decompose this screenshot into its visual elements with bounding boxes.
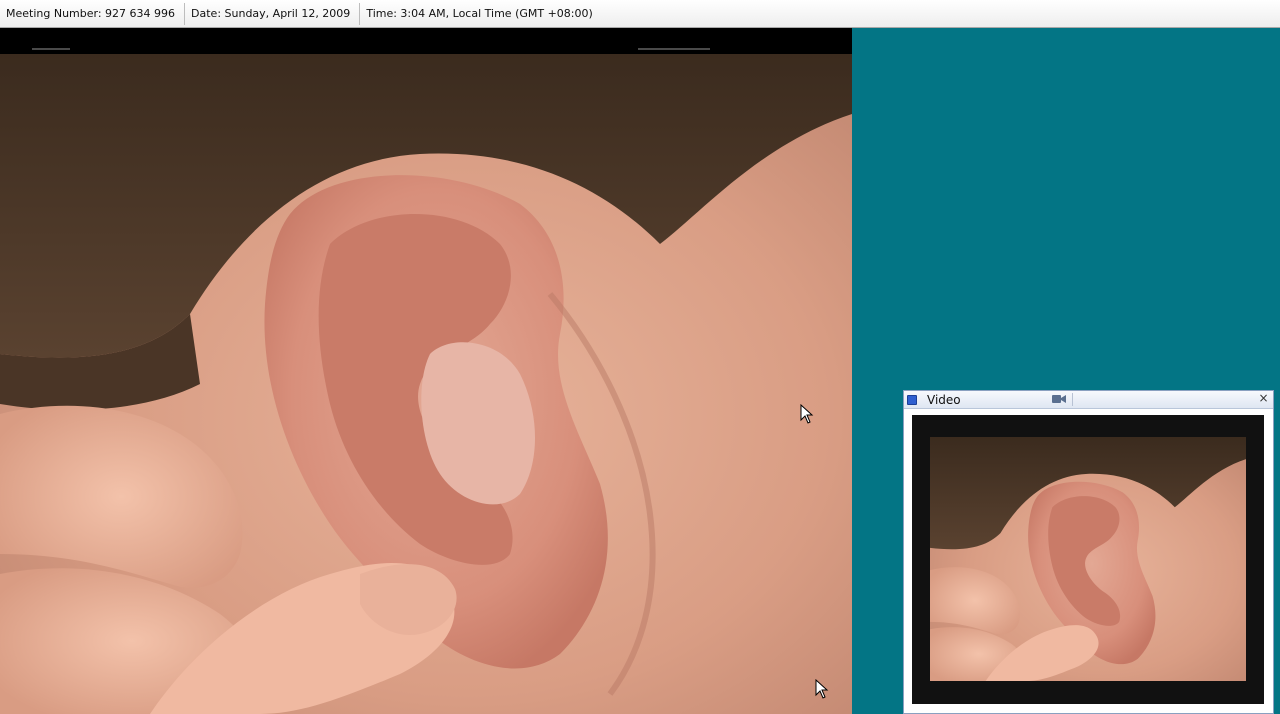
video-thumbnail-frame[interactable] <box>912 415 1264 704</box>
meeting-time: Time: 3:04 AM, Local Time (GMT +08:00) <box>366 6 593 20</box>
camera-icon[interactable] <box>1052 394 1066 404</box>
panel-grip-icon <box>907 394 917 405</box>
divider <box>638 48 710 50</box>
shared-video-area[interactable] <box>0 28 852 714</box>
video-panel[interactable]: Video × <box>903 390 1274 714</box>
video-panel-title: Video <box>927 392 961 407</box>
ear-closeup-video <box>0 54 852 714</box>
meeting-info-bar: Meeting Number: 927 634 996 Date: Sunday… <box>0 0 1280 28</box>
video-panel-titlebar[interactable]: Video × <box>904 391 1273 409</box>
meeting-number: Meeting Number: 927 634 996 <box>0 2 186 25</box>
meeting-date: Date: Sunday, April 12, 2009 <box>185 2 361 25</box>
titlebar-separator <box>1072 393 1073 406</box>
mouse-cursor-icon <box>800 404 814 424</box>
ear-closeup-video-thumbnail <box>930 437 1246 681</box>
close-icon[interactable]: × <box>1257 392 1270 405</box>
divider <box>32 48 70 50</box>
mouse-cursor-icon <box>815 679 829 699</box>
